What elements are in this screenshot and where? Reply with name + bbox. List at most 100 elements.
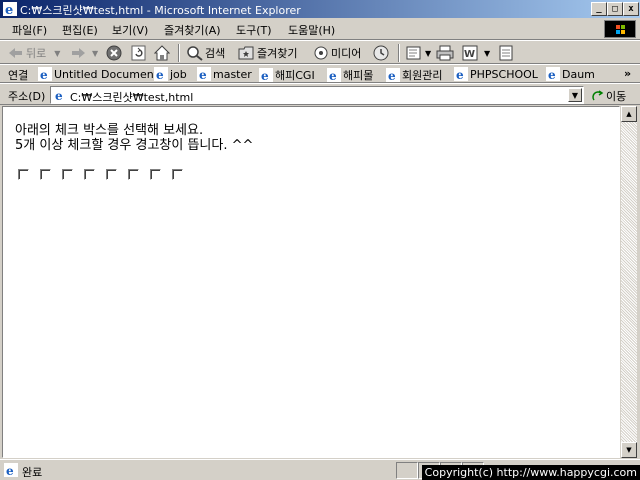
window-title: C:₩스크린샷₩test,html - Microsoft Internet E… bbox=[20, 4, 301, 17]
link-label: job bbox=[170, 67, 187, 81]
ie-logo-icon: e bbox=[3, 2, 17, 16]
go-arrow-icon bbox=[592, 90, 604, 101]
svg-text:e: e bbox=[388, 69, 396, 82]
favorites-button[interactable]: 즐겨찾기 bbox=[238, 44, 297, 62]
discuss-icon bbox=[499, 45, 513, 61]
forward-arrow-icon bbox=[72, 48, 85, 58]
checkbox[interactable] bbox=[128, 169, 139, 180]
mail-icon bbox=[406, 46, 421, 60]
warning-text: 5개 이상 체크할 경우 경고창이 뜹니다. ^^ bbox=[15, 138, 254, 153]
link-item[interactable]: e 해피몰 bbox=[327, 67, 373, 83]
menu-favorites[interactable]: 즐겨찾기(A) bbox=[164, 22, 221, 38]
svg-text:e: e bbox=[456, 68, 464, 81]
forward-button[interactable]: ▼ bbox=[70, 44, 98, 62]
status-text: 완료 bbox=[22, 466, 43, 479]
ie-page-icon: e bbox=[386, 68, 400, 82]
edit-button[interactable]: W ▼ bbox=[462, 44, 490, 62]
toolbar-separator bbox=[178, 44, 180, 62]
search-icon bbox=[187, 46, 203, 61]
favorites-folder-icon bbox=[238, 46, 254, 60]
menu-edit[interactable]: 편집(E) bbox=[62, 22, 98, 38]
back-dropdown-icon[interactable]: ▼ bbox=[54, 49, 60, 58]
link-item[interactable]: e Untitled Document bbox=[38, 67, 158, 81]
mail-dropdown-icon[interactable]: ▼ bbox=[425, 49, 431, 58]
link-label: PHPSCHOOL bbox=[470, 67, 538, 81]
mail-button[interactable]: ▼ bbox=[406, 44, 431, 62]
search-button[interactable]: 검색 bbox=[186, 44, 225, 62]
link-label: Untitled Document bbox=[54, 67, 158, 81]
media-button[interactable]: 미디어 bbox=[312, 44, 361, 62]
link-item[interactable]: e 해피CGI bbox=[259, 67, 315, 83]
back-label: 뒤로 bbox=[26, 47, 47, 60]
maximize-button[interactable]: □ bbox=[607, 2, 623, 16]
menu-file[interactable]: 파일(F) bbox=[12, 22, 47, 38]
media-label: 미디어 bbox=[331, 47, 362, 60]
copyright-watermark: Copyright(c) http://www.happycgi.com bbox=[421, 465, 640, 480]
menu-help[interactable]: 도움말(H) bbox=[288, 22, 335, 38]
standard-toolbar: 뒤로 ▼ ▼ 검색 즐겨찾기 미디어 ▼ W ▼ bbox=[0, 40, 640, 64]
back-arrow-icon bbox=[9, 48, 22, 58]
favorites-label: 즐겨찾기 bbox=[257, 47, 298, 60]
menu-view[interactable]: 보기(V) bbox=[112, 22, 148, 38]
back-button[interactable]: 뒤로 ▼ bbox=[8, 44, 60, 62]
checkbox[interactable] bbox=[150, 169, 161, 180]
history-icon bbox=[373, 45, 389, 61]
address-dropdown-icon[interactable]: ▼ bbox=[568, 88, 582, 102]
link-item[interactable]: e 회원관리 bbox=[386, 67, 442, 83]
link-item[interactable]: e job bbox=[154, 67, 187, 81]
svg-text:e: e bbox=[40, 68, 48, 81]
menu-tools[interactable]: 도구(T) bbox=[236, 22, 272, 38]
forward-dropdown-icon[interactable]: ▼ bbox=[92, 49, 98, 58]
checkbox[interactable] bbox=[172, 169, 183, 180]
search-label: 검색 bbox=[205, 47, 226, 60]
vertical-scrollbar[interactable]: ▲ ▼ bbox=[621, 106, 637, 458]
printer-icon bbox=[436, 45, 454, 61]
link-item[interactable]: e master bbox=[197, 67, 252, 81]
go-button[interactable]: 이동 bbox=[592, 88, 626, 104]
link-label: 해피CGI bbox=[275, 69, 315, 82]
ie-page-icon: e bbox=[154, 67, 168, 81]
windows-flag-icon bbox=[616, 25, 625, 34]
discuss-button[interactable] bbox=[498, 44, 514, 62]
print-button[interactable] bbox=[436, 44, 454, 62]
stop-button[interactable] bbox=[106, 44, 122, 62]
page-content: 아래의 체크 박스를 선택해 보세요. 5개 이상 체크할 경우 경고창이 뜹니… bbox=[2, 106, 620, 458]
checkbox[interactable] bbox=[84, 169, 95, 180]
close-button[interactable]: x bbox=[623, 2, 639, 16]
checkbox[interactable] bbox=[40, 169, 51, 180]
scroll-down-button[interactable]: ▼ bbox=[621, 442, 637, 458]
link-item[interactable]: e PHPSCHOOL bbox=[454, 67, 538, 81]
link-label: Daum bbox=[562, 67, 595, 81]
address-bar: 주소(D) e C:₩스크린샷₩test,html ▼ 이동 bbox=[0, 83, 640, 105]
history-button[interactable] bbox=[372, 44, 390, 62]
svg-text:W: W bbox=[464, 49, 475, 60]
checkbox[interactable] bbox=[106, 169, 117, 180]
home-icon bbox=[154, 45, 170, 61]
ie-page-icon: e bbox=[197, 67, 211, 81]
refresh-button[interactable] bbox=[131, 44, 147, 62]
scroll-up-button[interactable]: ▲ bbox=[621, 106, 637, 122]
windows-logo bbox=[604, 20, 636, 38]
edit-dropdown-icon[interactable]: ▼ bbox=[484, 49, 490, 58]
ie-page-icon: e bbox=[327, 68, 341, 82]
page-icon: e bbox=[53, 88, 67, 102]
address-input[interactable]: e C:₩스크린샷₩test,html ▼ bbox=[50, 86, 584, 104]
svg-text:e: e bbox=[5, 3, 13, 16]
home-button[interactable] bbox=[154, 44, 170, 62]
svg-text:e: e bbox=[548, 68, 556, 81]
svg-text:e: e bbox=[261, 69, 269, 82]
address-value: C:₩스크린샷₩test,html bbox=[70, 91, 194, 104]
links-label: 연결 bbox=[8, 69, 29, 82]
title-bar: e C:₩스크린샷₩test,html - Microsoft Internet… bbox=[0, 0, 640, 18]
link-label: master bbox=[213, 67, 252, 81]
minimize-button[interactable]: _ bbox=[591, 2, 607, 16]
ie-page-icon: e bbox=[259, 68, 273, 82]
links-more-button[interactable]: » bbox=[624, 67, 631, 80]
checkbox[interactable] bbox=[18, 169, 29, 180]
checkbox[interactable] bbox=[62, 169, 73, 180]
page-status-icon: e bbox=[4, 463, 18, 477]
ie-page-icon: e bbox=[546, 67, 560, 81]
stop-icon bbox=[106, 45, 122, 61]
link-item[interactable]: e Daum bbox=[546, 67, 595, 81]
refresh-icon bbox=[131, 45, 146, 61]
